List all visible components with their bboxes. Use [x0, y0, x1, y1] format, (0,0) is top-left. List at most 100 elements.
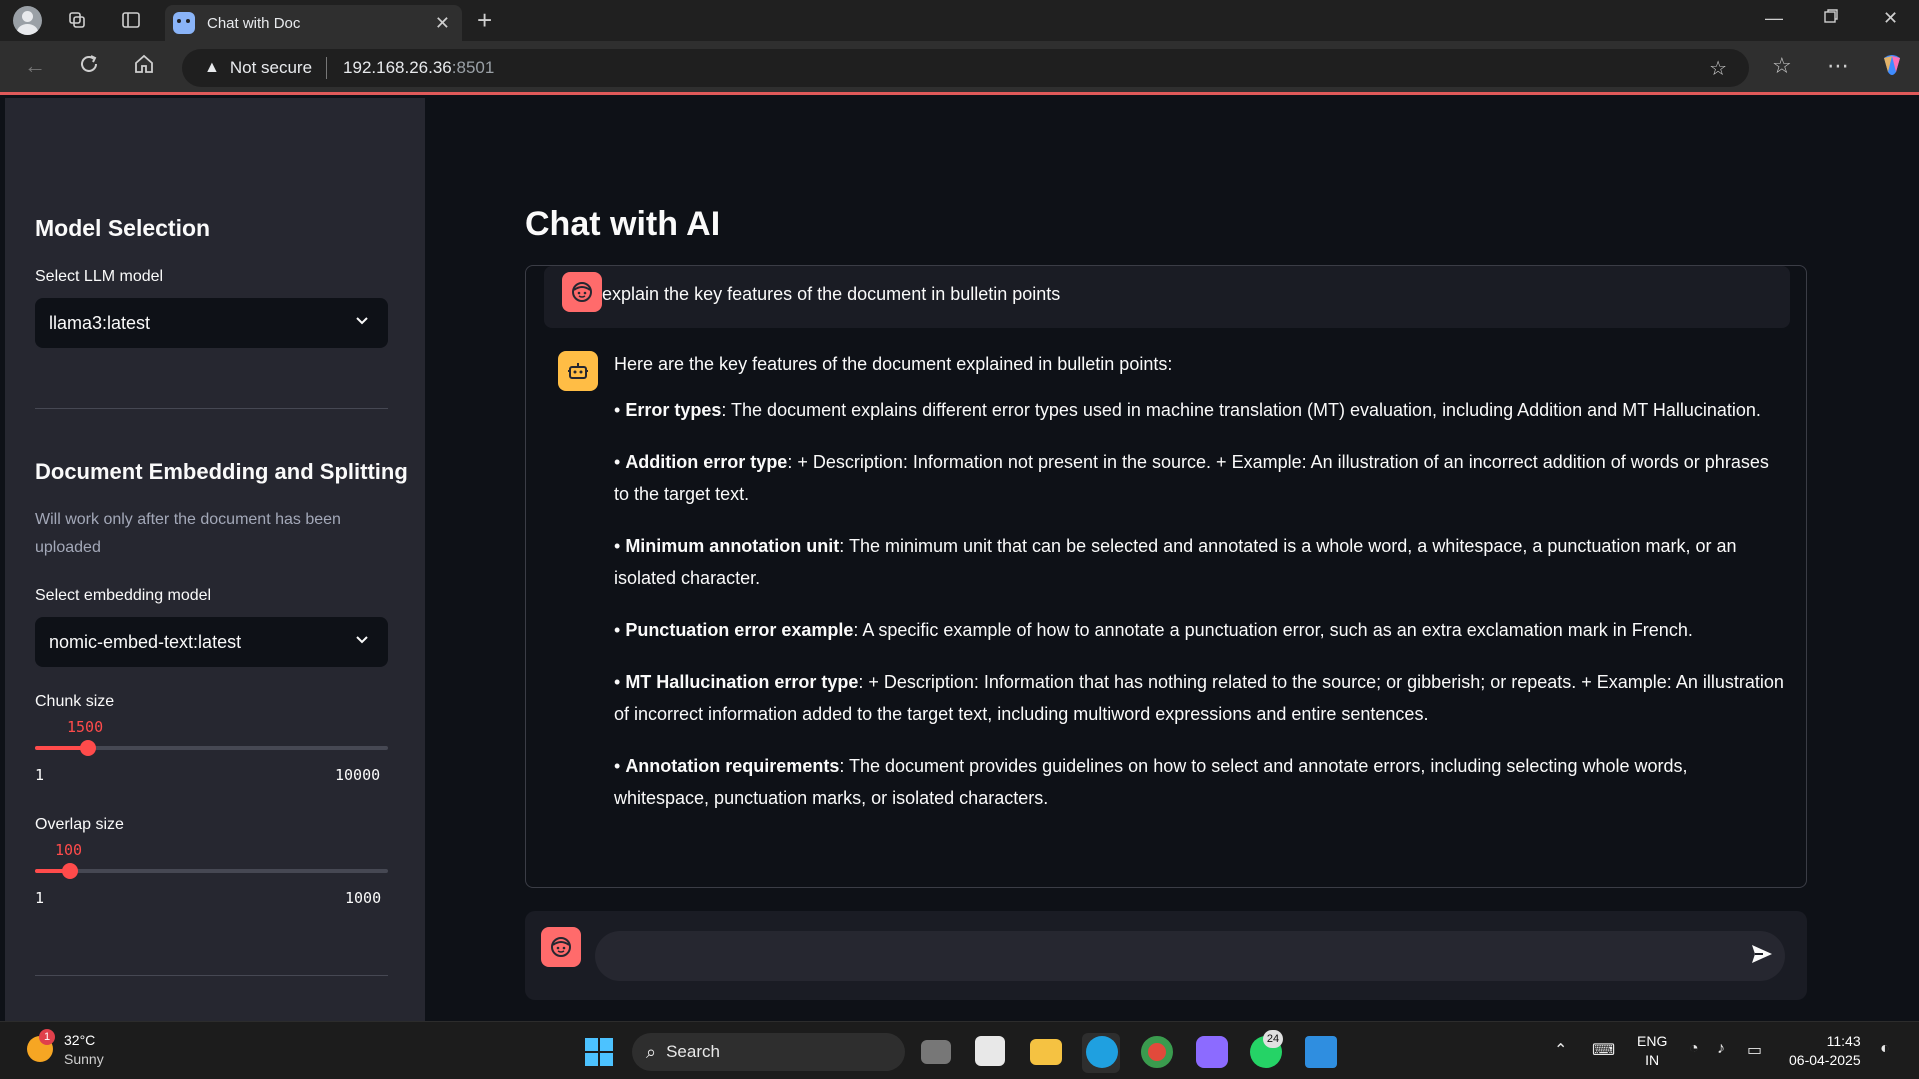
warning-icon[interactable]: ▲	[204, 59, 220, 77]
url-host: 192.168.26.36	[343, 58, 452, 77]
more-menu-icon[interactable]: ⋯	[1827, 53, 1849, 79]
vertical-tabs-icon[interactable]	[117, 6, 145, 34]
embedding-model-select[interactable]: nomic-embed-text:latest	[35, 617, 388, 667]
copilot-icon[interactable]	[1879, 52, 1905, 84]
overlap-size-slider[interactable]	[35, 863, 388, 879]
llm-select-label: Select LLM model	[35, 268, 164, 285]
overlap-size-thumb[interactable]	[62, 863, 78, 879]
bullet-title: Punctuation error example	[625, 620, 854, 640]
date: 06-04-2025	[1789, 1052, 1861, 1068]
tab-title: Chat with Doc	[207, 14, 301, 32]
microsoft-store-icon[interactable]	[975, 1036, 1005, 1066]
chunk-size-min: 1	[35, 766, 45, 784]
weather-condition[interactable]: Sunny	[64, 1051, 104, 1067]
copilot-app-icon[interactable]	[1196, 1036, 1228, 1068]
weather-badge: 1	[39, 1029, 55, 1045]
bullet-point: • Annotation requirements: The document …	[614, 756, 1688, 808]
model-section-title: Model Selection	[35, 215, 211, 241]
assistant-avatar-icon	[558, 351, 598, 391]
send-icon[interactable]	[1749, 941, 1777, 969]
page-title: Chat with AI	[525, 205, 721, 243]
vscode-icon[interactable]	[1305, 1036, 1337, 1068]
embedding-note: Will work only after the document has be…	[35, 511, 341, 556]
edge-browser-icon[interactable]	[1086, 1036, 1118, 1068]
workspaces-icon[interactable]	[63, 6, 91, 34]
url-separator	[326, 57, 328, 79]
task-view-icon[interactable]	[921, 1040, 951, 1064]
bullet-point: • Minimum annotation unit: The minimum u…	[614, 536, 1737, 588]
windows-taskbar: 1 32°C Sunny ⌕ Search 24 ⌃ ⌨ ENG IN ◔ ♪ ▭…	[0, 1021, 1919, 1079]
close-tab-icon[interactable]: ✕	[435, 13, 450, 34]
profile-avatar-icon[interactable]	[13, 6, 42, 35]
embedding-select-label: Select embedding model	[35, 587, 212, 604]
embedding-model-value: nomic-embed-text:latest	[49, 631, 242, 652]
user-avatar-icon	[541, 927, 581, 967]
sidebar-divider	[35, 975, 388, 976]
bullet-text: : + Description: Information not present…	[614, 452, 1769, 504]
chat-input-bar	[525, 911, 1807, 1000]
close-window-icon[interactable]: ✕	[1883, 8, 1898, 29]
chrome-browser-icon[interactable]	[1141, 1036, 1173, 1068]
back-arrow-icon[interactable]: ←	[24, 53, 46, 79]
streamlit-favicon-icon	[173, 12, 195, 34]
url-input[interactable]: ▲ Not secure 192.168.26.36 :8501 ☆	[182, 49, 1749, 87]
sidebar: Model Selection Select LLM model llama3:…	[5, 98, 425, 1021]
favorite-star-icon[interactable]: ☆	[1709, 56, 1727, 81]
keyboard-icon[interactable]: ⌨	[1592, 1040, 1615, 1060]
tab-chat-with-doc[interactable]: Chat with Doc ✕	[165, 5, 462, 41]
user-message: explain the key features of the document…	[544, 266, 1790, 328]
search-label: Search	[666, 1042, 720, 1061]
security-label[interactable]: Not secure	[230, 58, 312, 78]
user-message-text: explain the key features of the document…	[602, 284, 1061, 304]
url-port: :8501	[451, 58, 495, 77]
main-content: Chat with AI explain the key features of…	[425, 98, 1919, 1021]
llm-model-select[interactable]: llama3:latest	[35, 298, 388, 348]
refresh-icon[interactable]	[78, 53, 100, 81]
bullet-point: • Punctuation error example: A specific …	[614, 620, 1693, 640]
overlap-size-min: 1	[35, 889, 45, 907]
taskbar-search[interactable]: ⌕ Search	[632, 1033, 905, 1071]
favorites-icon[interactable]: ☆	[1772, 53, 1792, 79]
sidebar-divider	[35, 408, 388, 409]
battery-icon[interactable]: ▭	[1747, 1040, 1762, 1060]
file-explorer-icon[interactable]	[1030, 1039, 1062, 1065]
notification-bell-icon[interactable]: ◐	[1880, 1040, 1890, 1058]
temperature[interactable]: 32°C	[64, 1032, 95, 1048]
chunk-size-thumb[interactable]	[80, 740, 96, 756]
bullet-text: : The document explains different error …	[721, 400, 1761, 420]
bullet-point: • Addition error type: + Description: In…	[614, 452, 1769, 504]
chunk-size-value: 1500	[67, 718, 104, 736]
overlap-size-label: Overlap size	[35, 816, 124, 833]
whatsapp-badge: 24	[1263, 1030, 1283, 1048]
browser-tab-bar: Chat with Doc ✕ + — ✕	[0, 0, 1919, 41]
address-bar: ← ▲ Not secure 192.168.26.36 :8501 ☆ ☆ ⋯	[0, 41, 1919, 95]
start-windows-icon[interactable]	[585, 1038, 613, 1066]
assistant-intro: Here are the key features of the documen…	[614, 354, 1173, 374]
restore-icon[interactable]	[1823, 8, 1839, 29]
overlap-size-value: 100	[55, 841, 83, 859]
bullet-point: • Error types: The document explains dif…	[614, 400, 1761, 420]
chevron-down-icon	[354, 631, 370, 652]
bullet-text: : A specific example of how to annotate …	[853, 620, 1693, 640]
wifi-icon[interactable]: ◔	[1689, 1040, 1699, 1058]
assistant-message: • Error types: The document explains dif…	[614, 394, 1784, 834]
time: 11:43	[1826, 1033, 1861, 1049]
clock[interactable]: 11:43 06-04-2025	[1789, 1032, 1861, 1070]
bullet-title: Addition error type	[625, 452, 788, 472]
chat-input[interactable]	[595, 931, 1785, 981]
embedding-section-title: Document Embedding and Splitting	[35, 459, 408, 484]
chevron-up-icon[interactable]: ⌃	[1554, 1040, 1567, 1060]
chat-history[interactable]: explain the key features of the document…	[525, 265, 1807, 888]
user-avatar-icon	[562, 272, 602, 312]
overlap-size-max: 1000	[345, 889, 382, 907]
input-language[interactable]: ENG IN	[1637, 1032, 1667, 1070]
chunk-size-slider[interactable]	[35, 740, 388, 756]
bullet-title: Minimum annotation unit	[625, 536, 840, 556]
bullet-title: Annotation requirements	[625, 756, 840, 776]
region-code: IN	[1645, 1052, 1660, 1068]
home-icon[interactable]	[133, 53, 155, 81]
minimize-icon[interactable]: —	[1765, 8, 1783, 29]
new-tab-icon[interactable]: +	[477, 6, 492, 34]
volume-icon[interactable]: ♪	[1717, 1040, 1725, 1058]
bullet-title: Error types	[625, 400, 722, 420]
